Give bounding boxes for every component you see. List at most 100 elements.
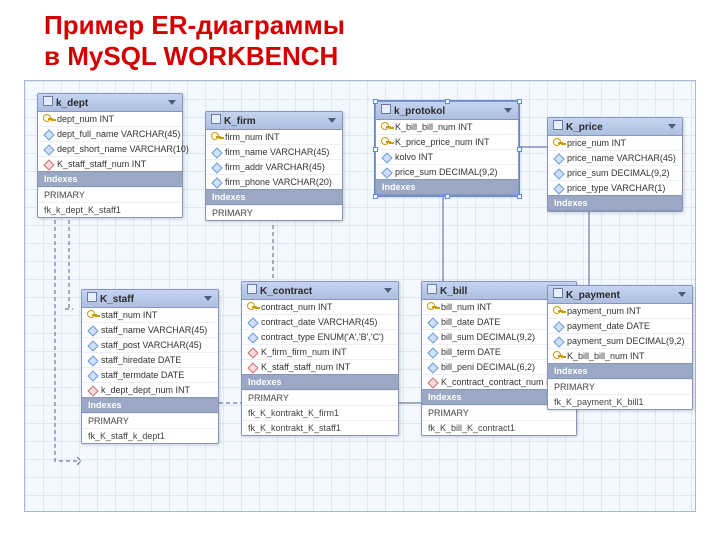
index-row[interactable]: fk_K_payment_K_bill1 xyxy=(548,394,692,409)
column-row[interactable]: firm_num INT xyxy=(206,130,342,144)
index-row[interactable]: PRIMARY xyxy=(548,379,692,394)
table-name: k_dept xyxy=(56,98,88,109)
index-row[interactable]: fk_K_bill_K_contract1 xyxy=(422,420,576,435)
column-row[interactable]: firm_phone VARCHAR(20) xyxy=(206,174,342,189)
resize-handle[interactable] xyxy=(517,194,522,199)
column-row[interactable]: staff_hiredate DATE xyxy=(82,352,218,367)
column-row[interactable]: dept_short_name VARCHAR(10) xyxy=(38,141,182,156)
column-row[interactable]: payment_date DATE xyxy=(548,318,692,333)
key-icon xyxy=(381,137,391,147)
column-row[interactable]: staff_num INT xyxy=(82,308,218,322)
table-header[interactable]: K_firm xyxy=(206,112,342,130)
chevron-down-icon[interactable] xyxy=(668,124,676,129)
key-icon xyxy=(211,132,221,142)
column-icon xyxy=(553,168,563,178)
chevron-down-icon[interactable] xyxy=(204,296,212,301)
column-row[interactable]: K_staff_staff_num INT xyxy=(242,359,398,374)
resize-handle[interactable] xyxy=(445,194,450,199)
column-icon xyxy=(553,321,563,331)
column-row[interactable]: staff_name VARCHAR(45) xyxy=(82,322,218,337)
column-row[interactable]: dept_full_name VARCHAR(45) xyxy=(38,126,182,141)
column-text: firm_name VARCHAR(45) xyxy=(225,147,329,157)
column-icon xyxy=(553,153,563,163)
column-row[interactable]: price_num INT xyxy=(548,136,682,150)
column-row[interactable]: price_name VARCHAR(45) xyxy=(548,150,682,165)
chevron-down-icon[interactable] xyxy=(384,288,392,293)
column-row[interactable]: K_bill_bill_num INT xyxy=(376,120,518,134)
column-row[interactable]: firm_addr VARCHAR(45) xyxy=(206,159,342,174)
key-icon xyxy=(553,351,563,361)
table-header[interactable]: k_protokol xyxy=(376,102,518,120)
column-row[interactable]: K_price_price_num INT xyxy=(376,134,518,149)
indexes-header[interactable]: Indexes xyxy=(206,189,342,205)
table-header[interactable]: k_dept xyxy=(38,94,182,112)
key-icon xyxy=(43,114,53,124)
index-row[interactable]: fk_K_kontrakt_K_firm1 xyxy=(242,405,398,420)
resize-handle[interactable] xyxy=(373,147,378,152)
table-header[interactable]: K_payment xyxy=(548,286,692,304)
table-header[interactable]: K_staff xyxy=(82,290,218,308)
column-row[interactable]: k_dept_dept_num INT xyxy=(82,382,218,397)
column-row[interactable]: staff_termdate DATE xyxy=(82,367,218,382)
column-row[interactable]: price_sum DECIMAL(9,2) xyxy=(548,165,682,180)
column-row[interactable]: K_staff_staff_num INT xyxy=(38,156,182,171)
column-icon xyxy=(247,317,257,327)
column-text: payment_sum DECIMAL(9,2) xyxy=(567,336,685,346)
table-header[interactable]: K_price xyxy=(548,118,682,136)
column-icon xyxy=(247,332,257,342)
column-row[interactable]: payment_sum DECIMAL(9,2) xyxy=(548,333,692,348)
index-row[interactable]: PRIMARY xyxy=(82,413,218,428)
indexes-header[interactable]: Indexes xyxy=(242,374,398,390)
table-K_contract[interactable]: K_contractcontract_num INTcontract_date … xyxy=(241,281,399,436)
column-icon xyxy=(427,362,437,372)
column-row[interactable]: staff_post VARCHAR(45) xyxy=(82,337,218,352)
index-row[interactable]: fk_K_staff_k_dept1 xyxy=(82,428,218,443)
index-row[interactable]: fk_k_dept_K_staff1 xyxy=(38,202,182,217)
column-row[interactable]: K_firm_firm_num INT xyxy=(242,344,398,359)
column-row[interactable]: payment_num INT xyxy=(548,304,692,318)
indexes-header[interactable]: Indexes xyxy=(548,195,682,211)
table-name: K_payment xyxy=(566,290,620,301)
table-name: k_protokol xyxy=(394,106,445,117)
indexes-header[interactable]: Indexes xyxy=(548,363,692,379)
table-k_protokol[interactable]: k_protokol K_bill_bill_num INTK_price_pri… xyxy=(375,101,519,196)
table-K_price[interactable]: K_priceprice_num INT price_name VARCHAR(4… xyxy=(547,117,683,212)
chevron-down-icon[interactable] xyxy=(328,118,336,123)
column-row[interactable]: price_sum DECIMAL(9,2) xyxy=(376,164,518,179)
table-K_firm[interactable]: K_firmfirm_num INT firm_name VARCHAR(45) f… xyxy=(205,111,343,221)
resize-handle[interactable] xyxy=(373,194,378,199)
table-K_staff[interactable]: K_staffstaff_num INTstaff_name VARCHAR(4… xyxy=(81,289,219,444)
indexes-header[interactable]: Indexes xyxy=(38,171,182,187)
column-row[interactable]: contract_num INT xyxy=(242,300,398,314)
column-row[interactable]: contract_date VARCHAR(45) xyxy=(242,314,398,329)
index-row[interactable]: fk_K_kontrakt_K_staff1 xyxy=(242,420,398,435)
chevron-down-icon[interactable] xyxy=(168,100,176,105)
table-header[interactable]: K_contract xyxy=(242,282,398,300)
table-k_dept[interactable]: k_dept dept_num INTdept_full_name VARCHAR… xyxy=(37,93,183,218)
column-row[interactable]: price_type VARCHAR(1) xyxy=(548,180,682,195)
resize-handle[interactable] xyxy=(373,99,378,104)
resize-handle[interactable] xyxy=(517,147,522,152)
resize-handle[interactable] xyxy=(445,99,450,104)
column-row[interactable]: kolvo INT xyxy=(376,149,518,164)
column-row[interactable]: K_bill_bill_num INT xyxy=(548,348,692,363)
table-K_payment[interactable]: K_payment payment_num INTpayment_date DAT… xyxy=(547,285,693,410)
indexes-header[interactable]: Indexes xyxy=(376,179,518,195)
index-row[interactable]: PRIMARY xyxy=(206,205,342,220)
column-row[interactable]: firm_name VARCHAR(45) xyxy=(206,144,342,159)
indexes-header[interactable]: Indexes xyxy=(82,397,218,413)
fk-icon xyxy=(43,159,53,169)
column-row[interactable]: contract_type ENUM('A','B','C') xyxy=(242,329,398,344)
chevron-down-icon[interactable] xyxy=(678,292,686,297)
index-row[interactable]: PRIMARY xyxy=(242,390,398,405)
table-icon xyxy=(43,96,53,106)
column-icon xyxy=(87,325,97,335)
column-text: K_firm_firm_num INT xyxy=(261,347,347,357)
column-row[interactable]: dept_num INT xyxy=(38,112,182,126)
column-icon xyxy=(211,177,221,187)
index-row[interactable]: PRIMARY xyxy=(38,187,182,202)
column-text: price_name VARCHAR(45) xyxy=(567,153,676,163)
chevron-down-icon[interactable] xyxy=(504,108,512,113)
resize-handle[interactable] xyxy=(517,99,522,104)
er-canvas[interactable]: k_dept dept_num INTdept_full_name VARCHAR… xyxy=(24,80,696,512)
